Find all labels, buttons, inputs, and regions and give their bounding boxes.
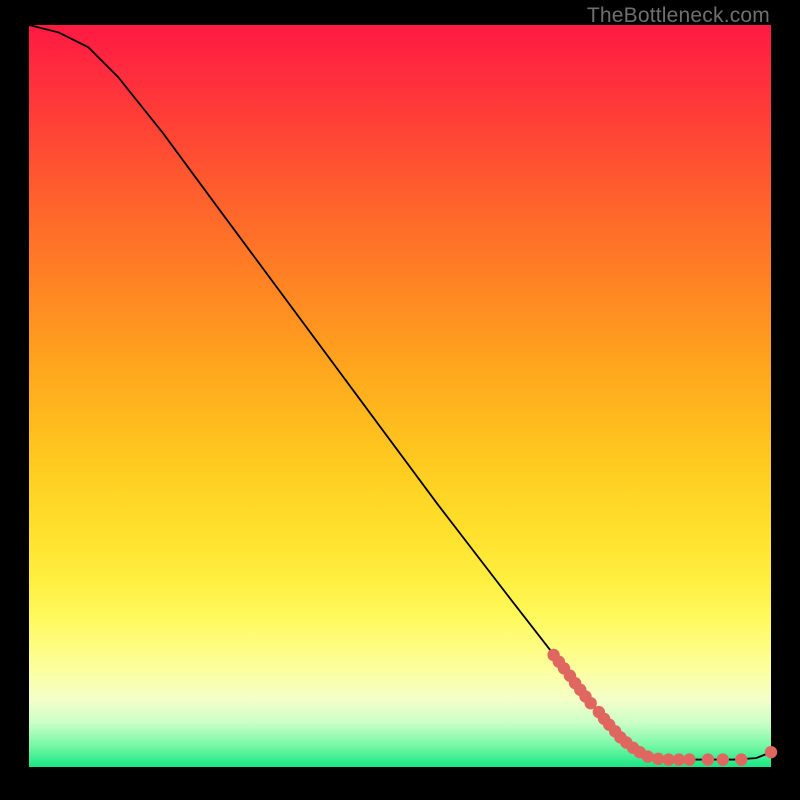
data-point [765, 746, 777, 758]
data-point [717, 753, 729, 765]
data-points [547, 649, 777, 766]
data-point [702, 753, 714, 765]
data-point [683, 753, 695, 765]
chart-overlay [29, 25, 771, 767]
bottleneck-curve [29, 25, 771, 760]
data-point [642, 750, 654, 762]
data-point [735, 753, 747, 765]
